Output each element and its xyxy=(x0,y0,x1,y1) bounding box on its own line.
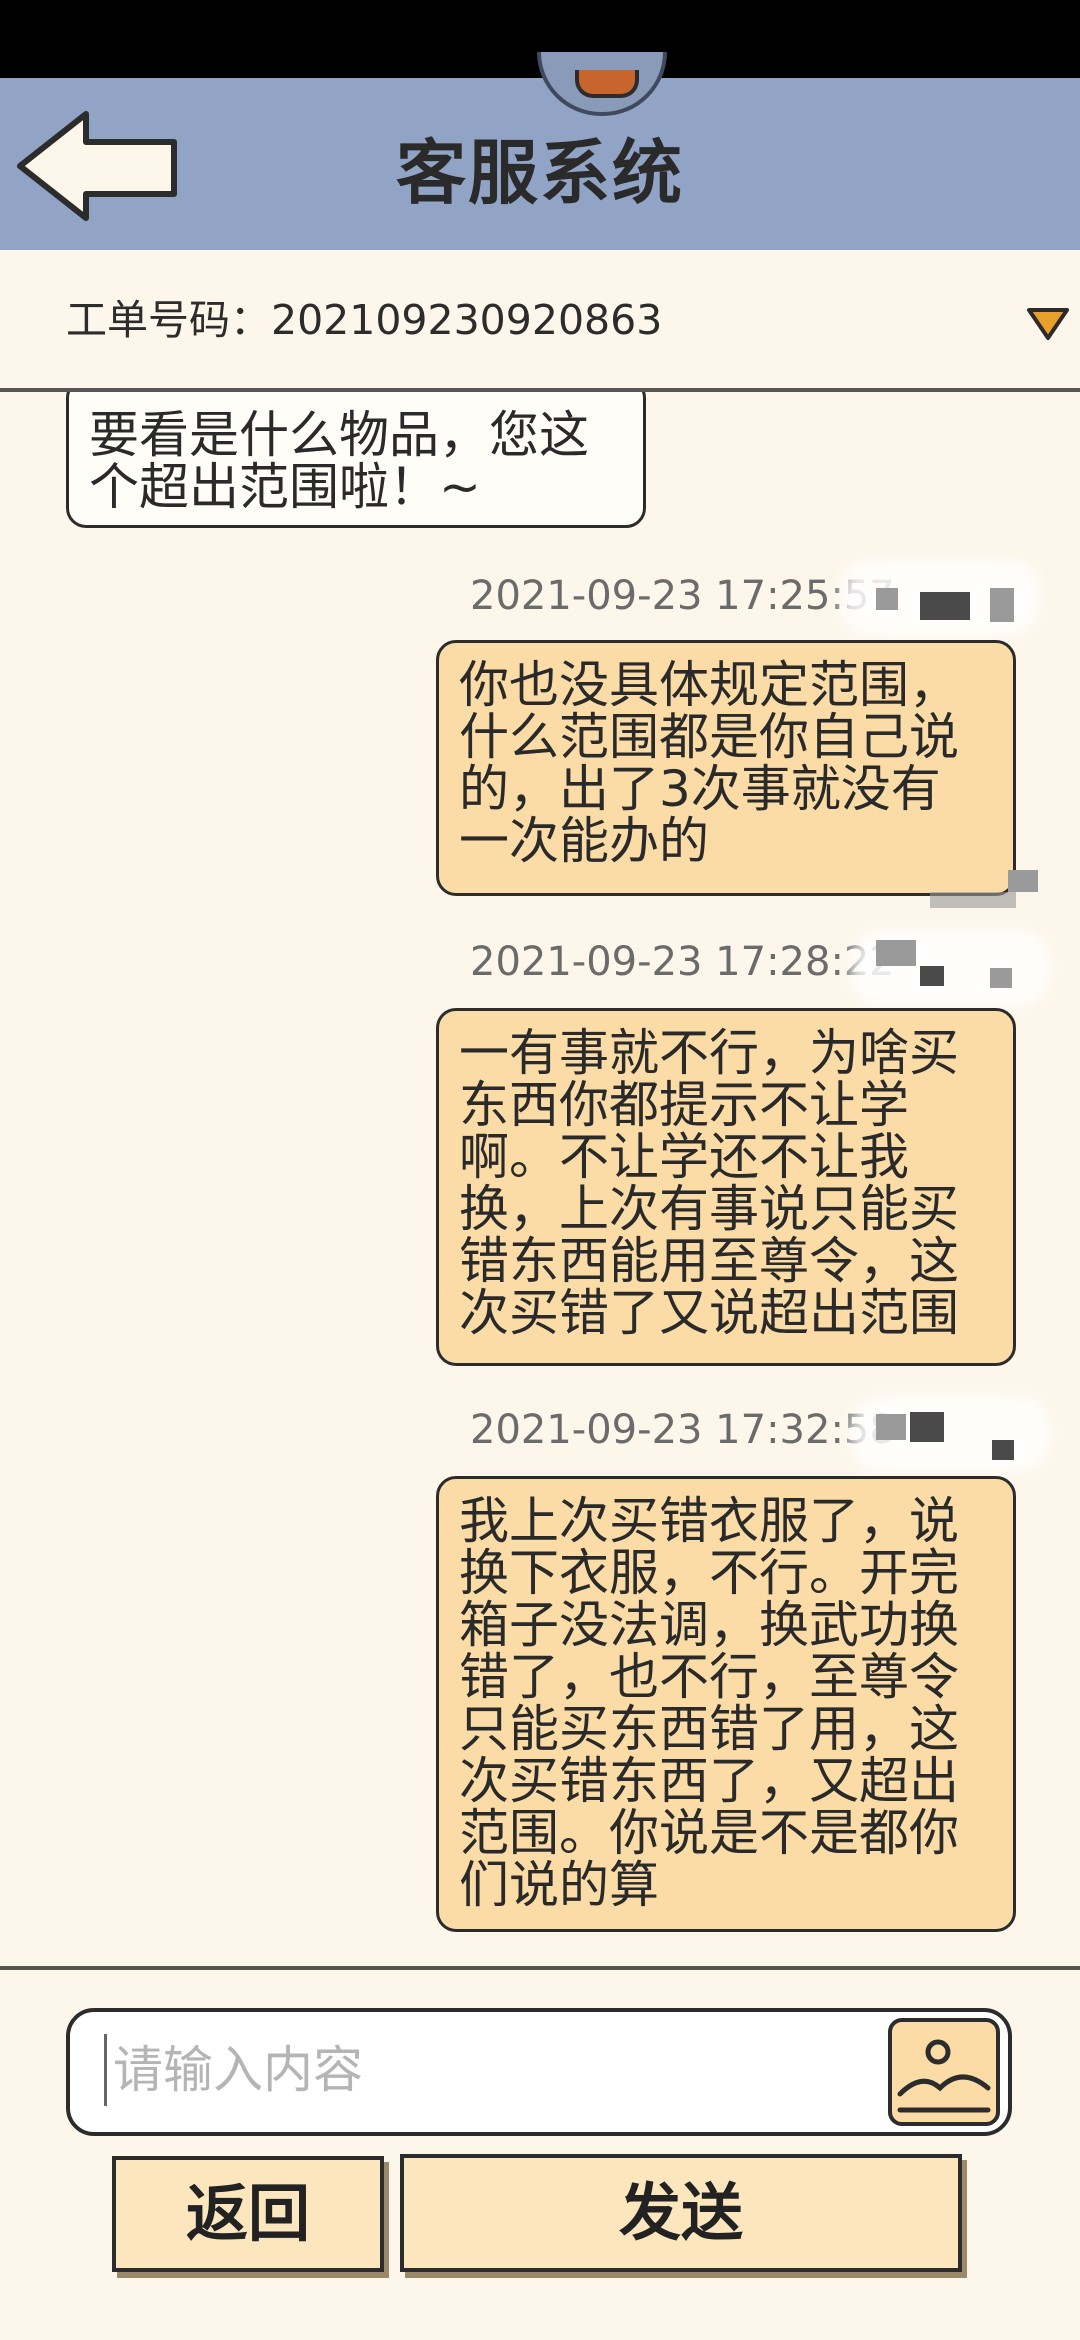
avatar xyxy=(876,588,898,610)
message-line: 们说的算 xyxy=(459,1856,659,1914)
message-line: 范围。你说是不是都你 xyxy=(459,1804,959,1862)
chat-bubble-user: 我上次买错衣服了，说 换下衣服，不行。开完 箱子没法调，换武功换 错了，也不行，… xyxy=(436,1476,1016,1932)
back-arrow-icon[interactable] xyxy=(14,108,182,224)
image-icon[interactable] xyxy=(888,2018,1000,2126)
ticket-number: 工单号码：202109230920863 xyxy=(66,296,663,344)
message-line: 你也没具体规定范围， xyxy=(459,656,959,714)
chat-area[interactable]: 要看是什么物品，您这 个超出范围啦！~ 2021-09-23 17:25:57 … xyxy=(0,392,1080,1966)
message-line: 什么范围都是你自己说 xyxy=(459,708,959,766)
message-line: 的，出了3次事就没有 xyxy=(459,760,941,818)
divider xyxy=(0,1966,1080,1970)
message-line: 个超出范围啦！~ xyxy=(89,458,481,516)
message-line: 换，上次有事说只能买 xyxy=(459,1180,959,1238)
message-timestamp: 2021-09-23 17:25:57 xyxy=(470,573,895,619)
page-title: 客服系统 xyxy=(396,132,684,214)
chat-bubble-user: 你也没具体规定范围， 什么范围都是你自己说 的，出了3次事就没有 一次能办的 xyxy=(436,640,1016,896)
message-line: 要看是什么物品，您这 xyxy=(89,406,589,464)
message-input-box[interactable] xyxy=(66,2008,1012,2136)
message-timestamp: 2021-09-23 17:28:22 xyxy=(470,939,895,985)
message-line: 东西你都提示不让学 xyxy=(459,1076,909,1134)
chat-bubble-support: 要看是什么物品，您这 个超出范围啦！~ xyxy=(66,392,646,528)
message-line: 箱子没法调，换武功换 xyxy=(459,1596,959,1654)
message-line: 我上次买错衣服了，说 xyxy=(459,1492,959,1550)
message-timestamp: 2021-09-23 17:32:58 xyxy=(470,1407,895,1453)
message-line: 错东西能用至尊令，这 xyxy=(459,1232,959,1290)
message-line: 一有事就不行，为啥买 xyxy=(459,1024,959,1082)
message-line: 错了，也不行，至尊令 xyxy=(459,1648,959,1706)
triangle-down-icon[interactable] xyxy=(1026,306,1070,342)
send-button[interactable]: 发送 xyxy=(400,2154,962,2272)
message-line: 次买错了又说超出范围 xyxy=(459,1284,959,1342)
message-line: 一次能办的 xyxy=(459,812,709,870)
message-line: 啊。不让学还不让我 xyxy=(459,1128,909,1186)
chat-bubble-user: 一有事就不行，为啥买 东西你都提示不让学 啊。不让学还不让我 换，上次有事说只能… xyxy=(436,1008,1016,1366)
message-input[interactable] xyxy=(104,2034,884,2106)
message-line: 换下衣服，不行。开完 xyxy=(459,1544,959,1602)
message-line: 次买错东西了，又超出 xyxy=(459,1752,959,1810)
message-line: 只能买东西错了用，这 xyxy=(459,1700,959,1758)
back-button[interactable]: 返回 xyxy=(112,2156,384,2272)
